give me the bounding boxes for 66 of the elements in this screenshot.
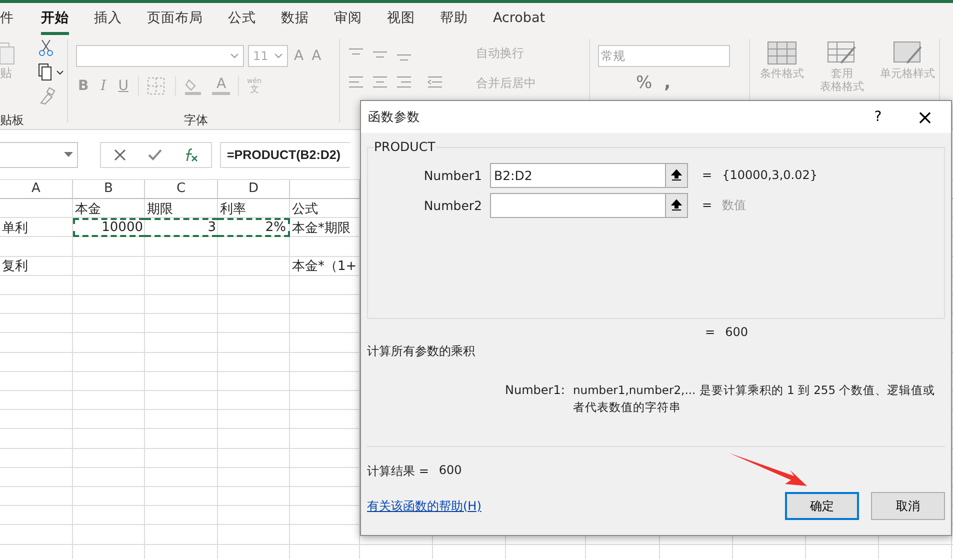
- ribbon-tab[interactable]: 视图: [387, 3, 415, 35]
- result-value: 600: [438, 463, 462, 479]
- table-cell-text: 利率: [219, 200, 247, 218]
- table-cell-text: 复利: [1, 258, 29, 276]
- table-cell: 2%: [218, 218, 290, 238]
- table-cell-text: 本金*（1+: [291, 258, 358, 276]
- equals-sign: =: [705, 325, 716, 339]
- argument-result: {10000,3,0.02}: [722, 168, 818, 182]
- argument-field[interactable]: B2:D2: [490, 162, 666, 188]
- argument-help-label: Number1:: [505, 382, 566, 399]
- function-name: PRODUCT: [373, 139, 436, 154]
- copy-icon[interactable]: [38, 63, 64, 81]
- cancel-icon[interactable]: [113, 148, 127, 162]
- argument-help-text: number1,number2,... 是要计算乘积的 1 到 255 个数值、逻辑值或者代表数值的字符串: [573, 382, 936, 416]
- format-painter-icon[interactable]: [38, 87, 56, 105]
- dropdown-arrow-icon: [64, 152, 73, 158]
- ribbon-tab[interactable]: 帮助: [440, 3, 468, 35]
- equals-sign: =: [702, 198, 712, 212]
- comma-style-button[interactable]: ,: [662, 73, 673, 93]
- upload-arrow-icon: [671, 199, 682, 211]
- cancel-button[interactable]: 取消: [871, 492, 945, 520]
- column-header[interactable]: C: [176, 181, 186, 196]
- group-label: 字体: [184, 112, 208, 129]
- ribbon-tab[interactable]: 公式: [228, 3, 256, 35]
- ribbon-tab[interactable]: 数据: [281, 3, 309, 35]
- scissors-icon[interactable]: [38, 39, 54, 57]
- column-header[interactable]: B: [104, 181, 113, 196]
- group-label: 贴板: [0, 112, 24, 129]
- dialog-title: 函数参数: [368, 108, 421, 126]
- help-link[interactable]: 有关该函数的帮助(H): [367, 498, 482, 514]
- borders-icon[interactable]: [147, 77, 168, 95]
- cell-brush-icon: [892, 41, 922, 65]
- formula-result: 600: [725, 325, 748, 339]
- table-cell: 10000: [73, 218, 145, 238]
- table-cell: 3: [145, 218, 218, 238]
- equals-sign: =: [702, 168, 712, 182]
- checkmark-icon[interactable]: [147, 148, 163, 162]
- collapse-dialog-button[interactable]: [666, 162, 688, 188]
- ok-button[interactable]: 确定: [785, 492, 859, 520]
- formula-field[interactable]: =PRODUCT(B2:D2): [220, 142, 350, 168]
- table-cell-text: 本金: [74, 200, 102, 218]
- argument-field[interactable]: [490, 192, 666, 218]
- close-button[interactable]: ×: [899, 102, 951, 132]
- table-brush-icon: [827, 41, 857, 65]
- ribbon-tab[interactable]: 件: [0, 3, 14, 35]
- collapse-dialog-button[interactable]: [666, 192, 688, 218]
- table-cell-text: 公式: [291, 200, 319, 218]
- table-cell-text: 期限: [146, 200, 174, 218]
- table-icon: [767, 41, 797, 65]
- function-icon[interactable]: [183, 148, 199, 162]
- ribbon-tab[interactable]: 审阅: [334, 3, 362, 35]
- argument-result: 数值: [722, 196, 746, 214]
- column-header[interactable]: D: [248, 181, 258, 196]
- column-header[interactable]: A: [32, 181, 40, 196]
- ribbon-tab[interactable]: 插入: [94, 3, 122, 35]
- upload-arrow-icon: [671, 169, 682, 181]
- ribbon-tab[interactable]: Acrobat: [493, 3, 546, 35]
- percent-button[interactable]: %: [634, 73, 654, 93]
- ribbon-tab[interactable]: 页面布局: [147, 3, 203, 35]
- help-button[interactable]: ?: [857, 102, 899, 132]
- function-description: 计算所有参数的乘积: [367, 343, 476, 360]
- table-cell-text: 单利: [1, 220, 29, 238]
- table-cell-text: 本金*期限: [291, 220, 352, 238]
- argument-label: Number1: [422, 168, 483, 182]
- argument-label: Number2: [422, 198, 483, 212]
- result-label: 计算结果 =: [367, 463, 429, 480]
